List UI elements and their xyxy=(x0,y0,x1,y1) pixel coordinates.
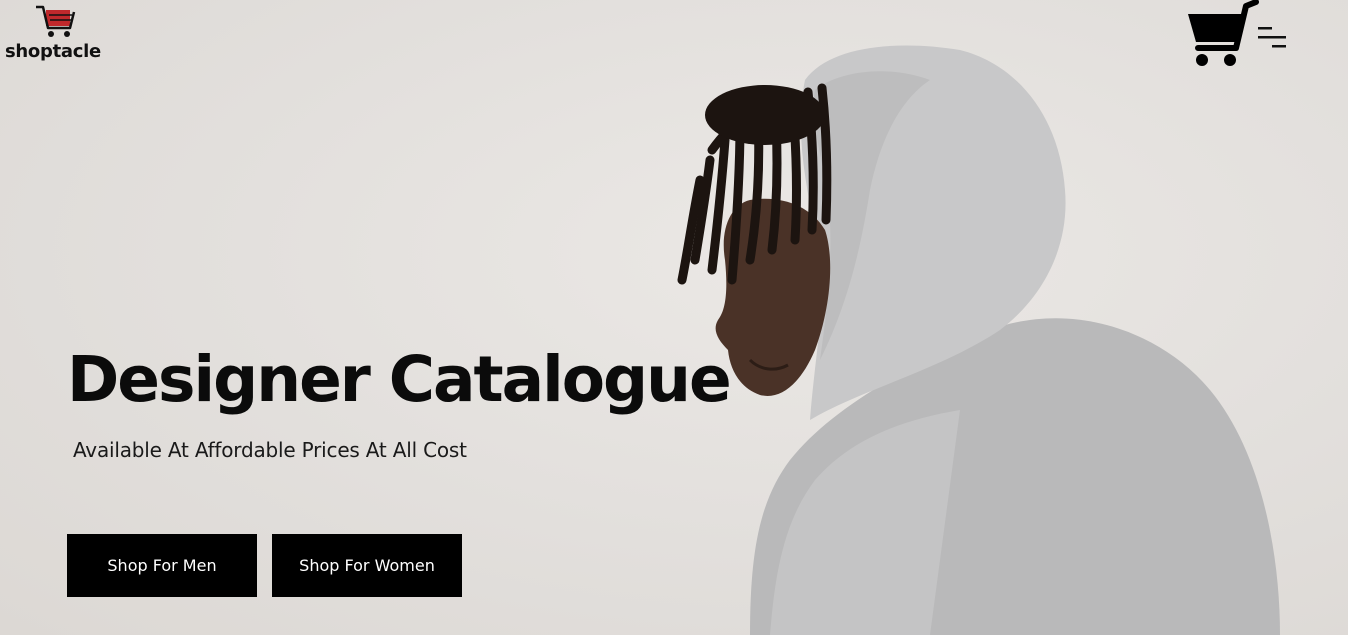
brand-name: shoptacle xyxy=(5,41,101,62)
hero-title: Designer Catalogue xyxy=(67,343,732,416)
cart-button[interactable] xyxy=(1184,0,1260,70)
hamburger-menu-icon xyxy=(1258,27,1286,48)
shop-for-women-button[interactable]: Shop For Women xyxy=(272,534,462,597)
menu-button[interactable] xyxy=(1256,22,1288,52)
cart-logo-icon xyxy=(36,5,76,37)
shopping-cart-icon xyxy=(1188,0,1259,66)
hero-subtitle: Available At Affordable Prices At All Co… xyxy=(73,438,467,462)
shop-for-men-button[interactable]: Shop For Men xyxy=(67,534,257,597)
hero-model-image xyxy=(677,45,1280,635)
brand-logo[interactable]: shoptacle xyxy=(4,4,114,64)
